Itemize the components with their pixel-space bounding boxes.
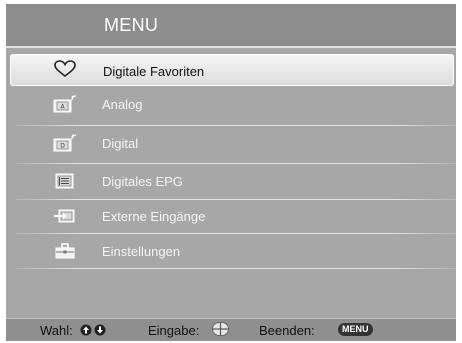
menu-item-einstellungen[interactable]: Einstellungen [6,235,456,269]
external-input-icon [53,207,77,225]
menu-title: MENU [104,15,159,35]
menu-item-analog[interactable]: A Analog [6,88,456,122]
arrow-down-icon [94,323,106,341]
item-divider [16,233,456,234]
settings-toolbox-icon [53,242,77,260]
select-label: Wahl: [40,323,73,338]
heart-icon [53,60,77,78]
menu-item-label: Externe Eingänge [102,209,206,224]
epg-guide-icon [53,172,77,190]
exit-label: Beenden: [259,323,315,338]
title-divider [6,46,456,48]
menu-key-badge: MENU [338,323,373,336]
digital-icon-letter: D [60,143,65,150]
analog-tv-icon: A [53,95,77,113]
item-divider [16,163,456,164]
item-divider [16,268,456,269]
footer-help-bar: Wahl: Eingabe: Beenden: MENU [6,318,456,341]
digital-tv-icon: D [53,134,77,152]
menu-item-digital[interactable]: D Digital [6,127,456,161]
menu-item-label: Analog [102,97,143,112]
arrow-up-icon [80,323,92,341]
menu-item-digitale-favoriten[interactable]: Digitale Favoriten [10,54,454,86]
menu-item-label: Digital [102,136,139,151]
tv-menu-screen: MENU Digitale Favoriten A Analog D Digit… [6,4,456,341]
menu-item-label: Digitales EPG [102,174,183,189]
menu-item-externe-eingaenge[interactable]: Externe Eingänge [6,200,456,234]
item-divider [16,125,456,126]
enter-label: Eingabe: [148,323,200,338]
title-bar: MENU [6,4,456,46]
enter-button-icon [212,322,229,341]
menu-item-digitales-epg[interactable]: Digitales EPG [6,165,456,199]
menu-item-label: Digitale Favoriten [103,64,205,79]
menu-item-label: Einstellungen [102,244,181,259]
